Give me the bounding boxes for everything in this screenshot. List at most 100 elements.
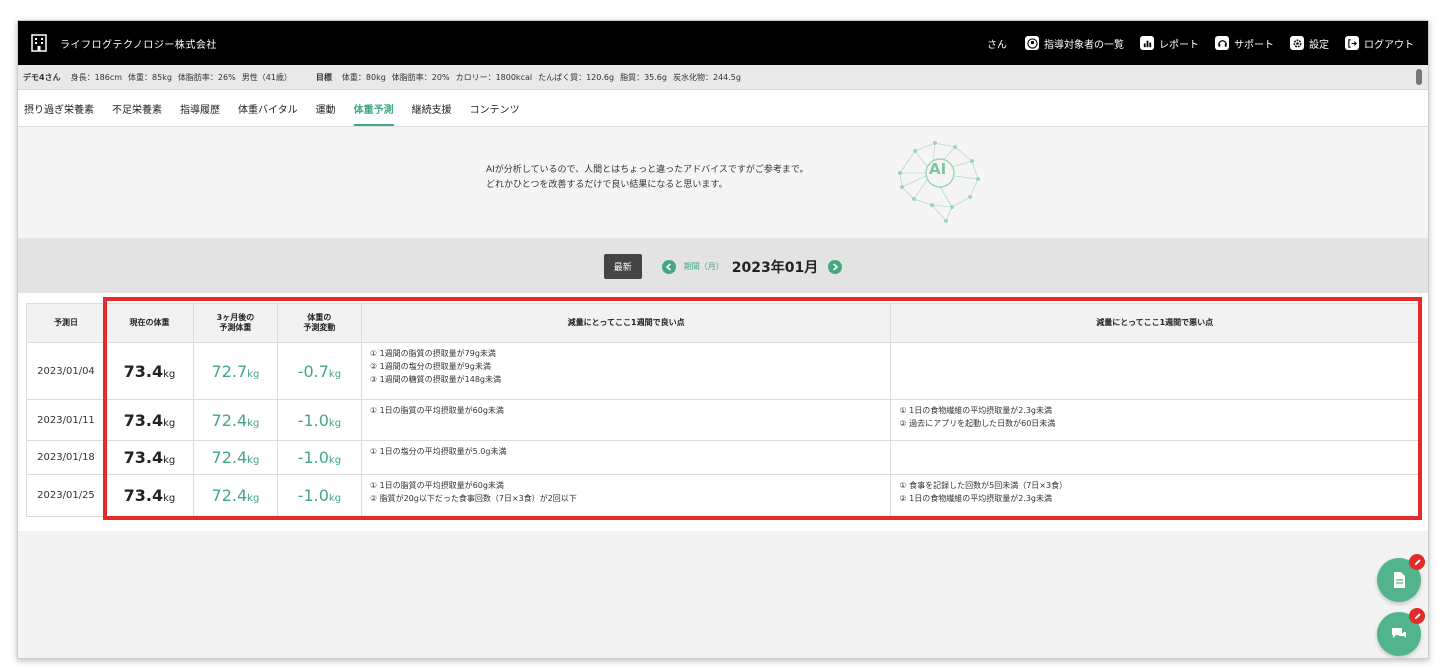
nav-settings[interactable]: 設定	[1290, 36, 1329, 51]
target-item: 体脂肪率：20%	[391, 72, 450, 82]
edit-badge-icon	[1409, 608, 1425, 624]
row-current-weight: 73.4kg	[104, 399, 194, 441]
target-item: 脂質：35.6g	[620, 72, 667, 82]
row-predicted-weight: 72.4kg	[192, 399, 278, 441]
company-name: ライフログテクノロジー株式会社	[60, 39, 217, 51]
nav-support[interactable]: サポート	[1215, 36, 1274, 51]
next-period-button[interactable]	[828, 259, 843, 274]
nav-client-list[interactable]: 指導対象者の一覧	[1025, 36, 1124, 51]
prediction-content: 予測日 現在の体重 3ヶ月後の 予測体重 体重の 予測変動 減量にとってここ1週間で…	[18, 293, 1428, 531]
target-item: 体重：80kg	[341, 72, 386, 82]
top-bar: ライフログテクノロジー株式会社 さん 指導対象者の一覧 レポート サポート 設定	[18, 21, 1428, 65]
nav-settings-label: 設定	[1309, 39, 1329, 51]
header-current-weight: 現在の体重	[104, 303, 194, 343]
user-name: さん	[987, 39, 1007, 51]
chat-fab-button[interactable]	[1377, 608, 1425, 656]
header-predicted-weight: 3ヶ月後の 予測体重	[192, 303, 278, 343]
target-item: たんぱく質：120.6g	[538, 72, 615, 82]
profile-body-fat: 体脂肪率：26%	[177, 72, 236, 82]
row-date: 2023/01/18	[26, 440, 106, 475]
period-label: 期間（月）	[683, 262, 724, 271]
bar-chart-icon	[1140, 36, 1154, 50]
user-circle-icon	[1025, 36, 1039, 50]
period-selector: 最新 期間（月） 2023年01月	[18, 239, 1428, 294]
nav-logout-label: ログアウト	[1364, 39, 1414, 51]
chat-icon	[1392, 628, 1406, 638]
row-predicted-change: -0.7kg	[276, 342, 362, 400]
top-nav: さん 指導対象者の一覧 レポート サポート 設定 ログアウト	[987, 36, 1414, 51]
tab-guidance-history[interactable]: 指導履歴	[180, 90, 220, 126]
arrow-right-icon	[833, 262, 839, 271]
tab-continued-support[interactable]: 継続支援	[412, 90, 452, 126]
row-current-weight: 73.4kg	[104, 440, 194, 475]
ai-notice-text: AIが分析しているので、人間とはちょっと違ったアドバイスですがご参考まで。 どれ…	[486, 163, 809, 193]
nav-client-list-label: 指導対象者の一覧	[1044, 39, 1124, 51]
logout-icon	[1345, 36, 1359, 50]
row-bad-points: ① 食事を記録した回数が5回未満（7日×3食） ② 1日の食物繊維の平均摂取量が2…	[890, 474, 1419, 517]
target-group: 目標 体重：80kg 体脂肪率：20% カロリー：1800kcal たんぱく質：…	[316, 72, 747, 83]
profile-sex-age: 男性（41歳）	[241, 72, 292, 82]
table-header-row: 予測日 現在の体重 3ヶ月後の 予測体重 体重の 予測変動 減量にとってここ1週間で…	[26, 303, 1419, 343]
ai-label: AI	[929, 160, 947, 178]
table-row: 2023/01/18 73.4kg 72.4kg -1.0kg ① 1日の塩分の…	[26, 440, 1419, 475]
row-predicted-weight: 72.7kg	[192, 342, 278, 400]
nav-logout[interactable]: ログアウト	[1345, 36, 1414, 51]
row-predicted-change: -1.0kg	[276, 440, 362, 475]
tab-weight-prediction[interactable]: 体重予測	[353, 90, 394, 126]
profile-info-bar: デモ4さん 身長：186cm 体重：85kg 体脂肪率：26% 男性（41歳） …	[18, 65, 1428, 90]
target-item: 炭水化物：244.5g	[672, 72, 741, 82]
row-predicted-change: -1.0kg	[276, 474, 362, 517]
row-good-points: ① 1週間の脂質の摂取量が79g未満 ② 1週間の塩分の摂取量が9g未満 ③ 1週間…	[360, 342, 892, 400]
ai-notice: AIが分析しているので、人間とはちょっと違ったアドバイスですがご参考まで。 どれ…	[18, 127, 1428, 239]
row-current-weight: 73.4kg	[104, 342, 194, 400]
memo-fab-button[interactable]	[1377, 554, 1425, 602]
tab-bar: 摂り過ぎ栄養素 不足栄養素 指導履歴 体重バイタル 運動 体重予測 継続支援 コ…	[18, 90, 1428, 127]
nav-report-label: レポート	[1159, 39, 1199, 51]
document-icon	[1394, 572, 1405, 588]
row-current-weight: 73.4kg	[104, 474, 194, 517]
row-bad-points	[890, 342, 1419, 400]
nav-report[interactable]: レポート	[1140, 36, 1199, 51]
tab-exercise[interactable]: 運動	[316, 90, 336, 126]
header-predicted-change: 体重の 予測変動	[276, 303, 362, 343]
latest-button[interactable]: 最新	[603, 254, 642, 279]
row-good-points: ① 1日の塩分の平均摂取量が5.0g未満	[360, 440, 892, 475]
ai-notice-line1: AIが分析しているので、人間とはちょっと違ったアドバイスですがご参考まで。	[486, 165, 809, 175]
ai-brain-icon	[898, 141, 980, 223]
tab-contents[interactable]: コンテンツ	[470, 90, 520, 126]
scrollbar-thumb[interactable]	[1416, 69, 1422, 85]
nav-support-label: サポート	[1234, 39, 1274, 51]
arrow-left-icon	[665, 262, 671, 271]
row-predicted-weight: 72.4kg	[192, 474, 278, 517]
header-bad-points: 減量にとってここ1週間で悪い点	[890, 303, 1419, 343]
row-predicted-change: -1.0kg	[276, 399, 362, 441]
table-row: 2023/01/04 73.4kg 72.7kg -0.7kg ① 1週間の脂質…	[26, 342, 1419, 400]
table-row: 2023/01/11 73.4kg 72.4kg -1.0kg ① 1日の脂質の…	[26, 399, 1419, 441]
row-good-points: ① 1日の脂質の平均摂取量が60g未満	[360, 399, 892, 441]
tab-weight-vitals[interactable]: 体重バイタル	[238, 90, 298, 126]
target-item: カロリー：1800kcal	[455, 72, 533, 82]
row-predicted-weight: 72.4kg	[192, 440, 278, 475]
row-date: 2023/01/11	[26, 399, 106, 441]
row-bad-points	[890, 440, 1419, 475]
prev-period-button[interactable]	[661, 259, 676, 274]
edit-badge-icon	[1409, 554, 1425, 570]
gear-icon	[1290, 36, 1304, 50]
profile-weight: 体重：85kg	[128, 72, 172, 82]
period-value: 2023年01月	[731, 259, 819, 276]
row-date: 2023/01/04	[26, 342, 106, 400]
row-bad-points: ① 1日の食物繊維の平均摂取量が2.3g未満 ② 過去にアプリを起動した日数が60…	[890, 399, 1419, 441]
client-name: デモ4さん	[23, 72, 61, 82]
prediction-table: 予測日 現在の体重 3ヶ月後の 予測体重 体重の 予測変動 減量にとってここ1週間で…	[26, 303, 1419, 517]
app-window: ライフログテクノロジー株式会社 さん 指導対象者の一覧 レポート サポート 設定	[17, 20, 1429, 659]
row-date: 2023/01/25	[26, 474, 106, 517]
building-icon	[30, 34, 48, 52]
header-date: 予測日	[26, 303, 106, 343]
table-row: 2023/01/25 73.4kg 72.4kg -1.0kg ① 1日の脂質の…	[26, 474, 1419, 517]
target-label: 目標	[315, 72, 332, 82]
headset-icon	[1215, 36, 1229, 50]
row-good-points: ① 1日の脂質の平均摂取量が60g未満 ② 脂質が20g以下だった食事回数（7日×…	[360, 474, 892, 517]
tab-deficient-nutrients[interactable]: 不足栄養素	[112, 90, 162, 126]
ai-notice-line2: どれかひとつを改善するだけで良い結果になると思います。	[486, 180, 728, 190]
tab-excess-nutrients[interactable]: 摂り過ぎ栄養素	[24, 90, 94, 126]
